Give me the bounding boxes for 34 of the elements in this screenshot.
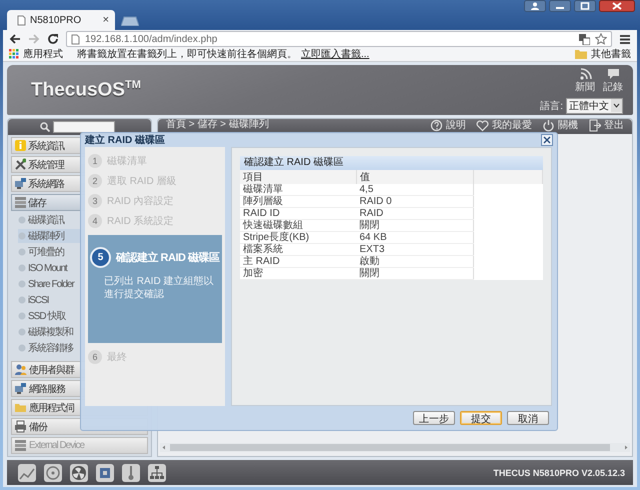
step-number: 1	[88, 154, 102, 168]
step-number: 3	[88, 194, 102, 208]
table-cell: EXT3	[356, 244, 474, 256]
table-cell: 快速磁碟數組	[240, 220, 356, 232]
table-cell: 陣列層級	[240, 196, 356, 208]
breadcrumb: 首頁 > 儲存 > 磁碟陣列	[166, 119, 269, 131]
step-label: 確認建立 RAID 磁碟區	[116, 250, 220, 264]
step-number: 2	[88, 174, 102, 188]
tab-title: N5810PRO	[30, 14, 82, 26]
language-label: 語言:	[540, 100, 563, 112]
table-title: 確認建立 RAID 磁碟區	[240, 156, 543, 170]
table-cell: 64 KB	[356, 232, 474, 244]
table-cell: 4,5	[356, 184, 474, 196]
table-cell: RAID	[356, 208, 474, 220]
table-cell: 檔案系統	[240, 244, 356, 256]
table-cell: 加密	[240, 268, 356, 280]
table-cell: Stripe長度(KB)	[240, 232, 356, 244]
version-text: THECUS N5810PRO V2.05.12.3	[493, 468, 625, 478]
table-cell: 主 RAID	[240, 256, 356, 268]
table-cell: 啟動	[356, 256, 474, 268]
column-header: 項目	[240, 170, 356, 184]
table-cell: 關閉	[356, 220, 474, 232]
step-number: 6	[88, 350, 102, 364]
column-header: 值	[356, 170, 474, 184]
logo-text: ThecusOS$^{TM}$	[31, 78, 142, 102]
table-cell: 磁碟清單	[240, 184, 356, 196]
table-cell: RAID 0	[356, 196, 474, 208]
step-number: 5	[90, 246, 111, 268]
table-cell: 關閉	[356, 268, 474, 280]
step-number: 4	[88, 214, 102, 228]
step-description: 已列出 RAID 建立組態以進行提交確認	[104, 275, 214, 301]
bookmarks-hint: 將書籤放置在書籤列上，即可快速前往各個網頁。	[77, 48, 297, 60]
table-cell: RAID ID	[240, 208, 356, 220]
url-text: 192.168.1.100/adm/index.php	[85, 34, 218, 44]
